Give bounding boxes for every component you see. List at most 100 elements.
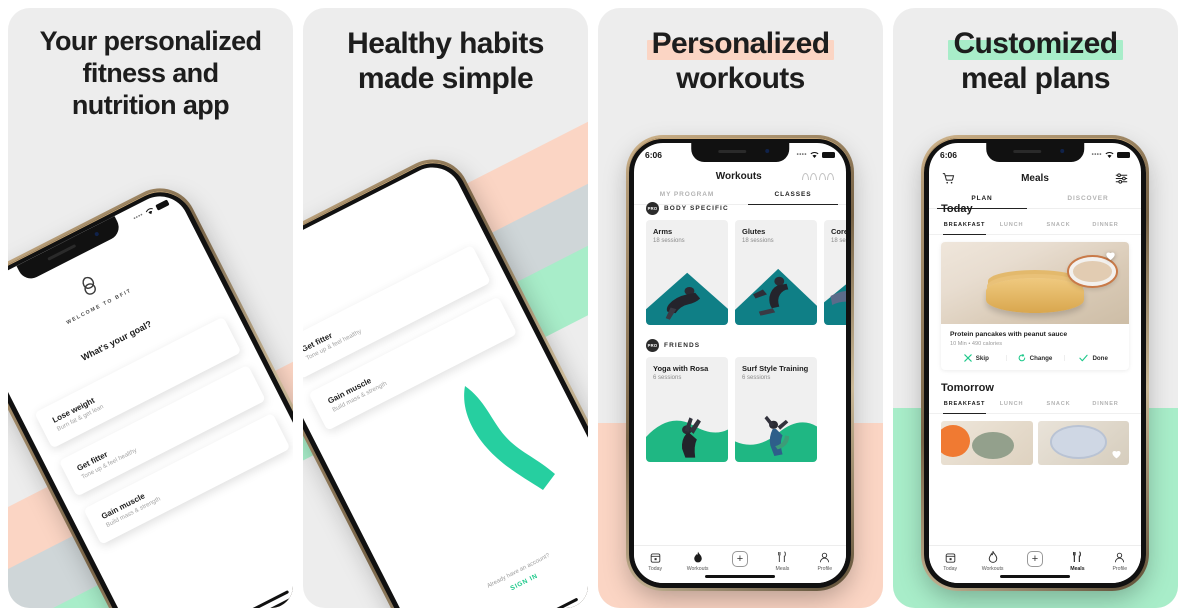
meal-tab-breakfast[interactable]: BREAKFAST <box>941 217 988 235</box>
person-icon <box>819 551 830 563</box>
status-time: 6:06 <box>940 150 958 160</box>
headline-line: nutrition app <box>71 89 230 120</box>
headline-line: made simple <box>357 62 534 96</box>
bowl-shape <box>972 431 1015 459</box>
phone-mockup: 6:06 •••• Workouts MY PROGRAM CLASSES PR… <box>626 135 854 591</box>
card-artwork <box>646 404 728 462</box>
calendar-icon <box>650 551 661 563</box>
meal-tab-dinner[interactable]: DINNER <box>1082 396 1129 413</box>
meal-tab-snack[interactable]: SNACK <box>1035 217 1082 234</box>
meal-thumbnail[interactable] <box>1037 421 1129 465</box>
meal-card-today-breakfast[interactable]: Protein pancakes with peanut sauce 10 Mi… <box>941 242 1129 370</box>
card-name: Yoga with Rosa <box>653 364 709 373</box>
tab-meals[interactable]: Meals <box>1056 551 1098 572</box>
workout-card-core[interactable]: Core 18 sessions <box>824 220 846 325</box>
infinity-logo-icon <box>82 276 96 295</box>
meal-tab-lunch[interactable]: LUNCH <box>988 217 1035 234</box>
workouts-scroll-area[interactable]: PRO BODY SPECIFIC Arms 18 sessions Glute… <box>634 194 846 545</box>
home-indicator <box>1000 575 1070 578</box>
done-button[interactable]: Done <box>1064 354 1123 362</box>
battery-icon <box>822 151 835 159</box>
phone-screen: 6:06 •••• Workouts MY PROGRAM CLASSES PR… <box>634 143 846 583</box>
pro-badge: PRO <box>646 202 659 215</box>
headline-line: fitness and <box>82 57 220 88</box>
signin-link[interactable]: SIGN IN <box>414 524 588 608</box>
cutlery-icon <box>777 551 787 563</box>
cart-icon[interactable] <box>941 171 956 186</box>
workout-card-surf-style-training[interactable]: Surf Style Training 6 sessions <box>735 357 817 462</box>
calendar-icon <box>945 551 956 563</box>
section-header-body-specific: PRO BODY SPECIFIC <box>634 194 846 220</box>
tab-today[interactable]: Today <box>929 551 971 572</box>
wifi-icon <box>810 152 819 158</box>
page-title: Your personalized fitness and nutrition … <box>8 26 293 122</box>
body-specific-card-row[interactable]: Arms 18 sessions Glutes 18 sessions Cor … <box>634 220 846 325</box>
front-camera <box>765 149 770 153</box>
workout-card-arms[interactable]: Arms 18 sessions <box>646 220 728 325</box>
today-meal-tabs: BREAKFAST LUNCH SNACK DINNER <box>929 217 1141 235</box>
heart-icon[interactable] <box>1111 449 1122 459</box>
status-time: 6:06 <box>645 150 663 160</box>
plate-shape <box>1050 425 1108 459</box>
signal-icon: •••• <box>132 212 145 223</box>
card-name: Surf Style Training <box>742 364 809 373</box>
day-title-tomorrow: Tomorrow <box>941 382 994 394</box>
tab-workouts[interactable]: Workouts <box>971 551 1013 572</box>
add-button[interactable]: + <box>1014 551 1056 567</box>
teal-decorative-shape <box>464 386 555 490</box>
headline-line: meal plans <box>960 62 1111 96</box>
tab-meals[interactable]: Meals <box>761 551 803 572</box>
battery-icon <box>1117 151 1130 159</box>
level-indicator-icon[interactable] <box>801 173 834 180</box>
card-name: Core <box>831 227 846 236</box>
workout-card-yoga-with-rosa[interactable]: Yoga with Rosa 6 sessions <box>646 357 728 462</box>
tab-profile[interactable]: Profile <box>804 551 846 572</box>
signin-block: Already have an account? SIGN IN <box>408 513 588 608</box>
headline-line: Healthy habits <box>347 27 544 60</box>
action-label: Skip <box>975 354 989 362</box>
meals-scroll-area[interactable]: Today BREAKFAST LUNCH SNACK DINNER Prote… <box>929 194 1141 545</box>
day-title-today: Today <box>941 203 973 215</box>
heart-icon[interactable] <box>1105 250 1116 261</box>
page-title: Healthy habits made simple <box>303 26 588 97</box>
speaker-grill <box>47 244 77 261</box>
tab-label: Meals <box>775 565 790 572</box>
card-artwork <box>646 267 728 325</box>
pancake-stack-shape <box>986 278 1084 313</box>
card-name: Arms <box>653 227 673 236</box>
tab-today[interactable]: Today <box>634 551 676 572</box>
plus-icon: + <box>1027 551 1044 567</box>
action-label: Done <box>1092 354 1108 362</box>
headline-line: workouts <box>676 62 805 96</box>
app-header: Workouts <box>634 165 846 186</box>
add-button[interactable]: + <box>719 551 761 567</box>
status-indicators: •••• <box>1092 151 1130 159</box>
tab-profile[interactable]: Profile <box>1099 551 1141 572</box>
meal-photo <box>941 242 1129 324</box>
meal-tab-dinner[interactable]: DINNER <box>1082 217 1129 234</box>
filter-sliders-icon[interactable] <box>1114 171 1129 186</box>
signal-icon: •••• <box>796 152 807 158</box>
panel-onboarding: Your personalized fitness and nutrition … <box>8 8 293 608</box>
page-title: Personalized workouts <box>598 26 883 97</box>
meal-thumbnail[interactable] <box>941 421 1033 465</box>
change-button[interactable]: Change <box>1005 354 1065 362</box>
meal-tab-snack[interactable]: SNACK <box>1035 396 1082 413</box>
flame-icon <box>693 551 703 563</box>
app-store-screenshot-gallery: Your personalized fitness and nutrition … <box>0 0 1200 616</box>
meal-tab-lunch[interactable]: LUNCH <box>988 396 1035 413</box>
friends-card-row[interactable]: Yoga with Rosa 6 sessions Surf Style Tra… <box>634 357 846 462</box>
goal-options-list: Lose weight Burn fat & get lean Get fitt… <box>22 310 293 551</box>
tab-workouts[interactable]: Workouts <box>676 551 718 572</box>
tab-label: Today <box>943 565 958 572</box>
tomorrow-meal-preview-row[interactable] <box>941 421 1129 465</box>
app-header: Meals <box>929 165 1141 190</box>
tab-label: Profile <box>817 565 833 572</box>
meal-tab-breakfast[interactable]: BREAKFAST <box>941 396 988 414</box>
wifi-icon <box>145 208 153 215</box>
signal-icon: •••• <box>1091 152 1102 158</box>
speaker-grill <box>1013 150 1041 153</box>
workout-card-glutes[interactable]: Glutes 18 sessions <box>735 220 817 325</box>
yoga-silhouette-icon <box>681 417 701 458</box>
skip-button[interactable]: Skip <box>947 354 1006 362</box>
